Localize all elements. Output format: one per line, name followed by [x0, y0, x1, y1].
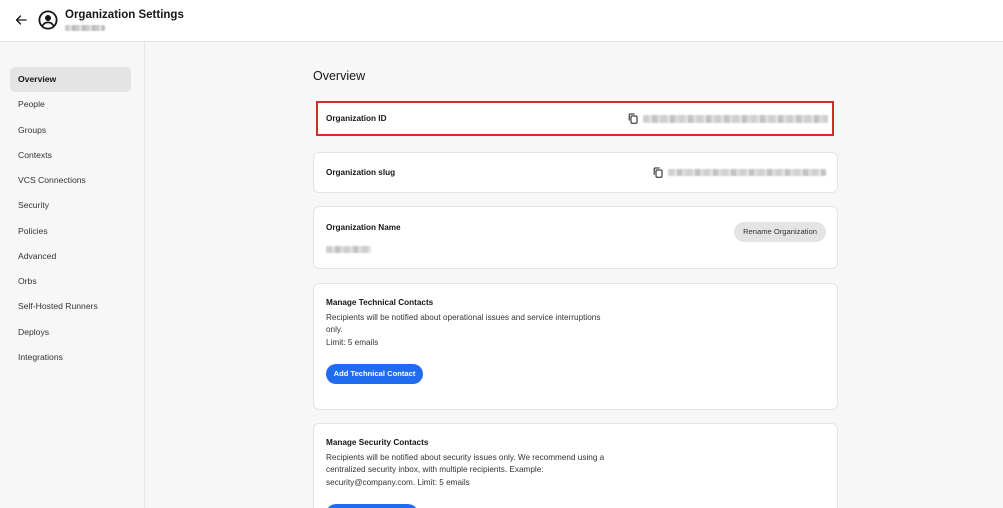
copy-icon[interactable]	[628, 113, 638, 124]
add-technical-contact-button[interactable]: Add Technical Contact	[326, 364, 423, 384]
sidebar-item-self-hosted-runners[interactable]: Self-Hosted Runners	[10, 294, 131, 319]
technical-contacts-desc-line2: only.	[326, 325, 343, 334]
security-contacts-desc-line1: Recipients will be notified about securi…	[326, 453, 605, 462]
security-contacts-desc-line2: centralized security inbox, with multipl…	[326, 465, 544, 474]
sidebar: Overview People Groups Contexts VCS Conn…	[0, 42, 145, 508]
sidebar-item-security[interactable]: Security	[10, 193, 131, 218]
sidebar-item-deploys[interactable]: Deploys	[10, 320, 131, 345]
page-title: Organization Settings	[65, 9, 184, 21]
user-circle-icon	[38, 10, 58, 30]
sidebar-item-orbs[interactable]: Orbs	[10, 269, 131, 294]
org-name-label: Organization Name	[326, 223, 401, 232]
sidebar-item-overview[interactable]: Overview	[10, 67, 131, 92]
technical-contacts-desc-line1: Recipients will be notified about operat…	[326, 313, 601, 322]
back-button[interactable]	[12, 11, 30, 29]
technical-contacts-limit: Limit: 5 emails	[326, 338, 379, 347]
sidebar-item-vcs-connections[interactable]: VCS Connections	[10, 168, 131, 193]
add-security-contact-button[interactable]	[326, 504, 418, 508]
org-slug-card: Organization slug	[313, 152, 838, 193]
org-slug-value-redacted	[668, 169, 826, 176]
security-contacts-card: Manage Security Contacts Recipients will…	[313, 423, 838, 508]
rename-organization-button[interactable]: Rename Organization	[734, 222, 826, 242]
technical-contacts-title: Manage Technical Contacts	[326, 298, 434, 307]
sidebar-item-contexts[interactable]: Contexts	[10, 143, 131, 168]
section-title: Overview	[313, 69, 366, 83]
security-contacts-desc-line3: security@company.com. Limit: 5 emails	[326, 478, 470, 487]
technical-contacts-card: Manage Technical Contacts Recipients wil…	[313, 283, 838, 410]
org-name-value-redacted	[326, 246, 371, 253]
sidebar-item-people[interactable]: People	[10, 92, 131, 117]
sidebar-item-integrations[interactable]: Integrations	[10, 345, 131, 370]
org-name-card: Organization Name Rename Organization	[313, 206, 838, 269]
sidebar-item-policies[interactable]: Policies	[10, 219, 131, 244]
org-id-card: Organization ID	[316, 101, 834, 136]
org-name-redacted	[65, 25, 105, 31]
back-arrow-icon	[15, 15, 27, 25]
org-id-label: Organization ID	[326, 114, 387, 123]
org-slug-label: Organization slug	[326, 168, 396, 177]
security-contacts-title: Manage Security Contacts	[326, 438, 429, 447]
top-header: Organization Settings	[0, 0, 1003, 42]
org-id-value-redacted	[643, 115, 828, 123]
sidebar-item-advanced[interactable]: Advanced	[10, 244, 131, 269]
copy-icon[interactable]	[653, 167, 663, 178]
sidebar-item-groups[interactable]: Groups	[10, 118, 131, 143]
